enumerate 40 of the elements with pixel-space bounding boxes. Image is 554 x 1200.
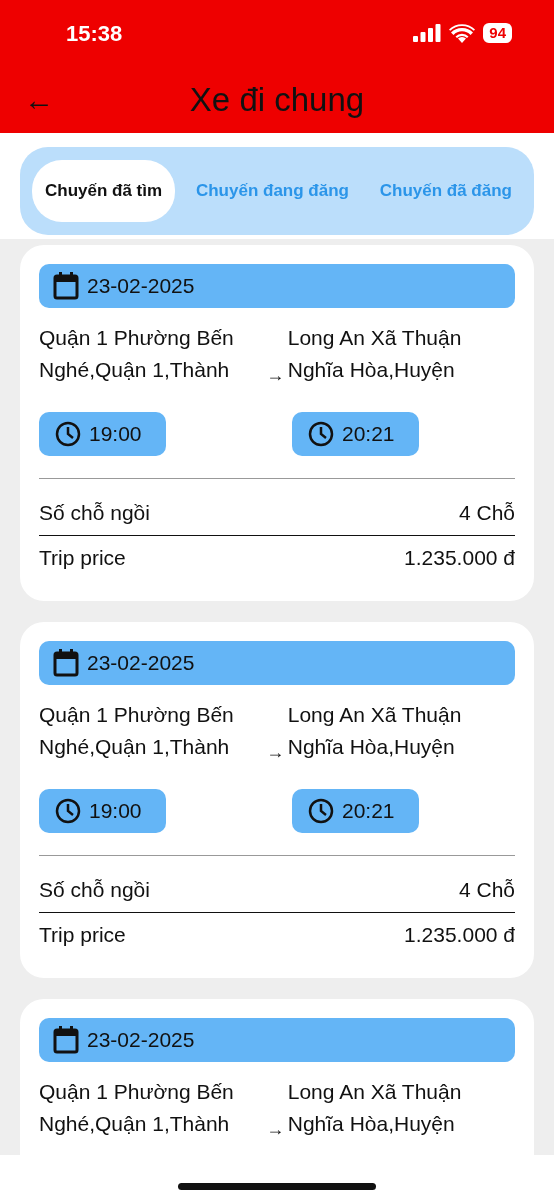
seats-label: Số chỗ ngồi	[39, 877, 150, 903]
departure-time: 19:00	[89, 798, 142, 825]
tab[interactable]: Chuyến đã tìm	[32, 160, 176, 222]
signal-icon	[413, 24, 442, 42]
price-label: Trip price	[39, 921, 126, 948]
battery-indicator: 94	[483, 23, 512, 43]
trip-date: 23-02-2025	[87, 273, 195, 300]
calendar-icon	[53, 1026, 79, 1054]
clock-icon	[55, 421, 81, 447]
departure-address: Quận 1 Phường Bến Nghé,Quận 1,Thành	[39, 1079, 235, 1137]
arrival-time: 20:21	[342, 421, 395, 448]
seats-label: Số chỗ ngồi	[39, 500, 150, 526]
seats-value: 4 Chỗ	[458, 500, 515, 526]
arrival-address: Long An Xã Thuận Nghĩa Hòa,Huyện	[287, 702, 463, 760]
clock-icon	[308, 798, 334, 824]
seats-value: 4 Chỗ	[458, 877, 515, 903]
price-label: Trip price	[39, 544, 126, 571]
route-arrow: →	[266, 1119, 285, 1139]
trip-date: 23-02-2025	[87, 1027, 195, 1054]
route-arrow: →	[266, 742, 285, 762]
price-value: 1.235.000 đ	[404, 544, 515, 571]
trip-date: 23-02-2025	[87, 650, 195, 677]
departure-time: 19:00	[89, 421, 142, 448]
calendar-icon	[53, 649, 79, 677]
clock-icon	[55, 798, 81, 824]
page-title: Xe đi chung	[189, 80, 365, 118]
route-arrow: →	[266, 365, 285, 385]
wifi-icon	[449, 23, 476, 43]
arrival-time: 20:21	[342, 798, 395, 825]
status-time: 15:38	[66, 19, 123, 48]
arrival-address: Long An Xã Thuận Nghĩa Hòa,Huyện	[287, 325, 463, 383]
back-button[interactable]: ←	[24, 84, 54, 115]
departure-address: Quận 1 Phường Bến Nghé,Quận 1,Thành	[39, 702, 235, 760]
tab[interactable]: Chuyến đã đăng	[369, 160, 522, 222]
departure-address: Quận 1 Phường Bến Nghé,Quận 1,Thành	[39, 325, 235, 383]
price-value: 1.235.000 đ	[404, 921, 515, 948]
calendar-icon	[53, 272, 79, 300]
arrival-address: Long An Xã Thuận Nghĩa Hòa,Huyện	[287, 1079, 463, 1137]
clock-icon	[308, 421, 334, 447]
tab[interactable]: Chuyến đang đăng	[185, 160, 359, 222]
